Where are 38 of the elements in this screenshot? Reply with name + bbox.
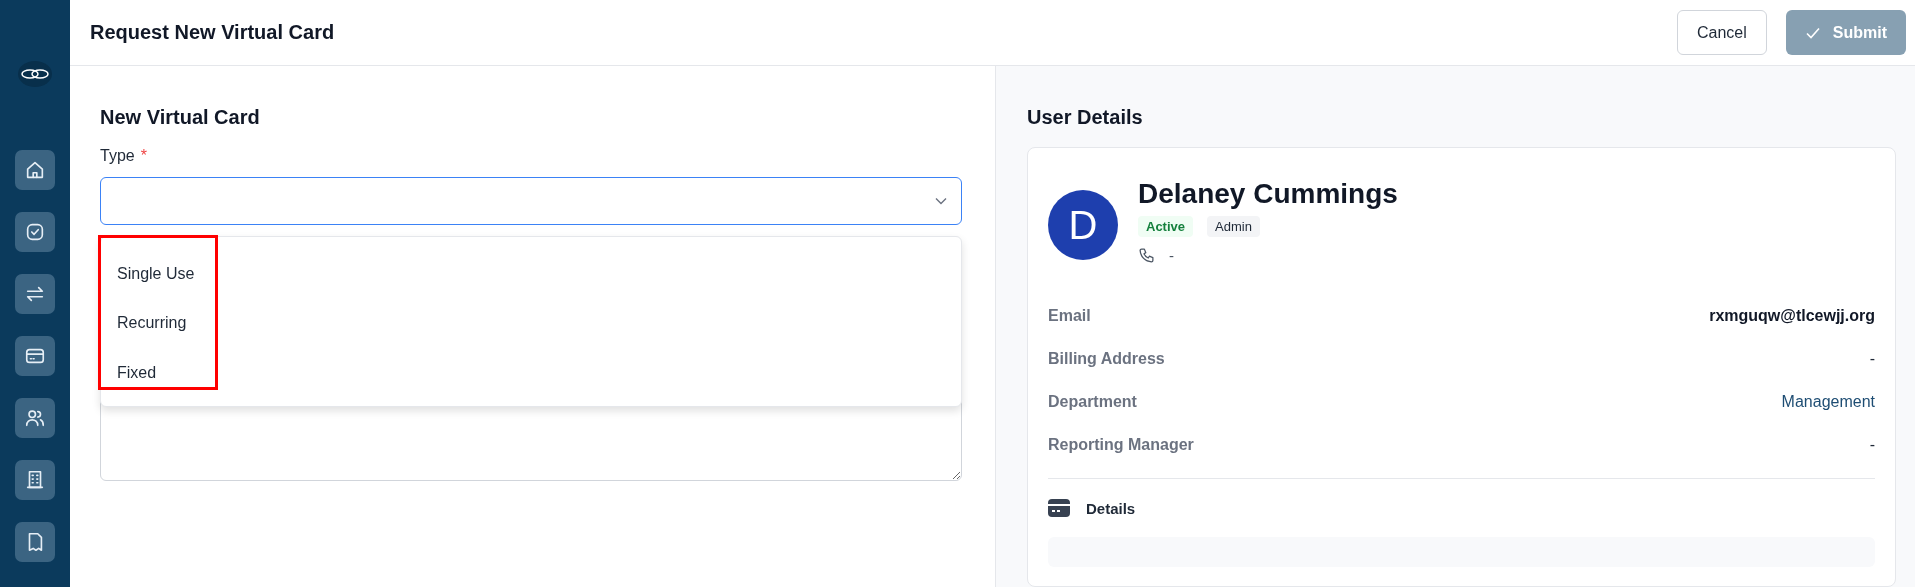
users-nav-button[interactable] [15,398,55,438]
phone-icon [1138,247,1155,264]
field-label: Department [1048,392,1137,411]
credit-card-icon [1048,499,1070,517]
avatar: D [1048,190,1118,260]
chevron-down-icon [935,197,947,205]
form-title: New Virtual Card [100,106,261,129]
field-value: rxmguqw@tlcewjj.org [1709,306,1875,325]
check-circle-nav-button[interactable] [15,212,55,252]
field-link[interactable]: Management [1781,392,1875,411]
dropdown-option[interactable]: Fixed [101,348,961,398]
user-name: Delaney Cummings [1138,178,1398,210]
status-badge: Active [1138,216,1194,237]
field-label: Billing Address [1048,349,1165,368]
field-value: - [1869,349,1875,368]
building-nav-button[interactable] [15,460,55,500]
field-label: Email [1048,306,1091,325]
role-badge: Admin [1207,216,1260,237]
home-icon [24,159,46,181]
receipt-nav-button[interactable] [15,522,55,562]
field-label: Type [100,147,135,165]
users-icon [24,407,46,429]
field-label: Reporting Manager [1048,435,1194,454]
field-value: - [1869,435,1875,454]
section-title: Details [1086,499,1136,517]
dropdown-option[interactable]: Recurring [101,298,961,348]
arrows-nav-button[interactable] [15,274,55,314]
home-nav-button[interactable] [15,150,55,190]
dropdown-option[interactable]: Single Use [101,249,961,299]
panel-title: User Details [1027,106,1144,129]
type-select[interactable] [100,177,962,225]
cancel-button[interactable]: Cancel [1676,10,1767,55]
logo-icon [17,60,53,88]
credit-card-nav-button[interactable] [15,336,55,376]
page-title: Request New Virtual Card [90,21,336,44]
building-icon [24,469,46,491]
phone-number: - [1169,247,1174,264]
required-mark: * [140,147,147,165]
